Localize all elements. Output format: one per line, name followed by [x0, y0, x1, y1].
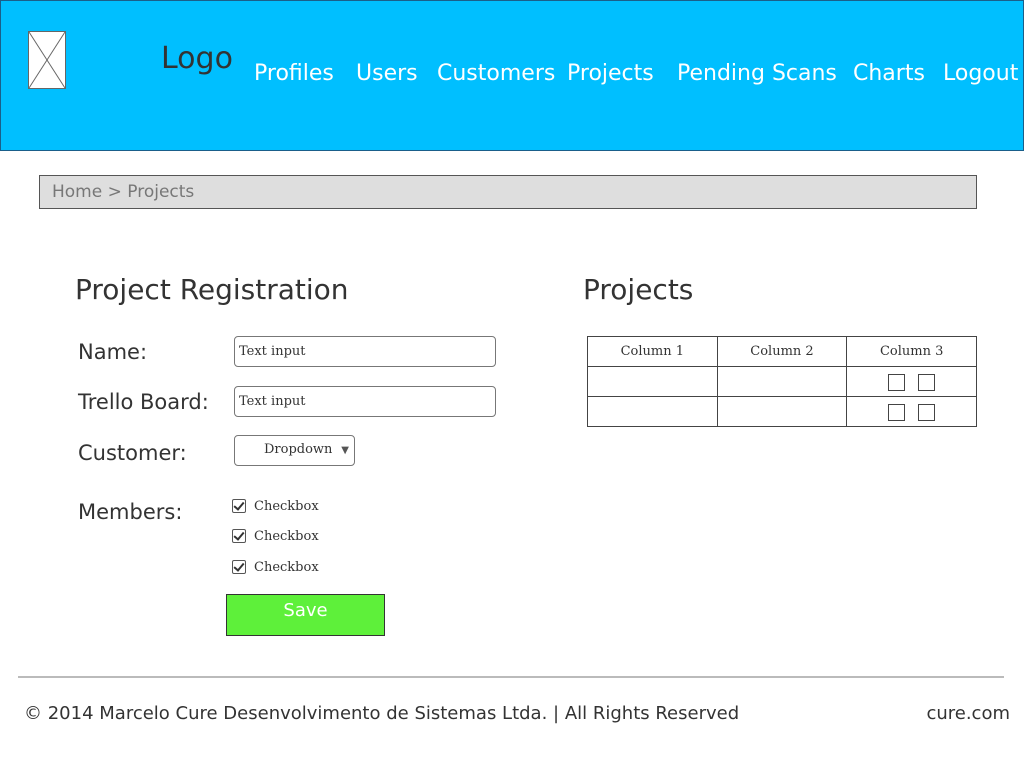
member-checkbox-label: Checkbox [254, 498, 319, 514]
nav-users[interactable]: Users [356, 61, 418, 86]
breadcrumb-separator: > [107, 182, 122, 202]
footer-link[interactable]: cure.com [926, 703, 1010, 724]
nav-profiles[interactable]: Profiles [254, 61, 334, 86]
logo-image-placeholder [28, 31, 66, 89]
row-action-box[interactable] [918, 374, 936, 391]
nav-customers[interactable]: Customers [437, 61, 555, 86]
member-checkbox-label: Checkbox [254, 528, 319, 544]
breadcrumb-current: Projects [127, 182, 195, 202]
member-checkbox-1[interactable]: Checkbox [232, 496, 319, 516]
customer-label: Customer: [78, 441, 187, 465]
table-cell [587, 366, 718, 397]
checkbox-checked-icon[interactable] [232, 499, 246, 513]
footer-copyright: © 2014 Marcelo Cure Desenvolvimento de S… [24, 703, 740, 724]
breadcrumb: Home > Projects [39, 175, 977, 209]
nav-projects[interactable]: Projects [567, 61, 654, 86]
checkbox-checked-icon[interactable] [232, 529, 246, 543]
members-label: Members: [78, 500, 183, 524]
header: Logo Profiles Users Customers Projects P… [0, 0, 1024, 151]
table-cell [587, 396, 718, 427]
breadcrumb-home[interactable]: Home [52, 182, 102, 202]
row-action-box[interactable] [918, 404, 936, 421]
row-actions [846, 396, 977, 427]
form-title: Project Registration [75, 273, 349, 306]
nav-logout[interactable]: Logout [943, 61, 1018, 86]
customer-dropdown-value: Dropdown [264, 442, 333, 457]
footer-divider [18, 676, 1004, 678]
table-header-row: Column 1 Column 2 Column 3 [587, 336, 977, 367]
checkbox-checked-icon[interactable] [232, 560, 246, 574]
column-header[interactable]: Column 3 [846, 336, 977, 367]
table-row [587, 396, 977, 427]
trello-board-label: Trello Board: [78, 390, 209, 414]
projects-table: Column 1 Column 2 Column 3 [587, 336, 977, 427]
member-checkbox-2[interactable]: Checkbox [232, 526, 319, 546]
logo-text: Logo [161, 41, 233, 76]
member-checkbox-label: Checkbox [254, 559, 319, 575]
row-action-box[interactable] [888, 404, 906, 421]
nav-pending-scans[interactable]: Pending Scans [677, 61, 837, 86]
name-label: Name: [78, 340, 148, 364]
save-button[interactable]: Save [226, 594, 385, 636]
row-actions [846, 366, 977, 397]
name-input[interactable] [234, 336, 496, 367]
customer-dropdown[interactable]: Dropdown ▼ [234, 435, 355, 466]
nav-charts[interactable]: Charts [853, 61, 925, 86]
trello-board-input[interactable] [234, 386, 496, 417]
member-checkbox-3[interactable]: Checkbox [232, 557, 319, 577]
table-cell [716, 396, 848, 427]
column-header[interactable]: Column 2 [716, 336, 848, 367]
column-header[interactable]: Column 1 [587, 336, 718, 367]
chevron-down-icon: ▼ [341, 445, 349, 456]
table-row [587, 366, 977, 397]
projects-title: Projects [583, 273, 694, 306]
table-cell [716, 366, 848, 397]
row-action-box[interactable] [888, 374, 906, 391]
